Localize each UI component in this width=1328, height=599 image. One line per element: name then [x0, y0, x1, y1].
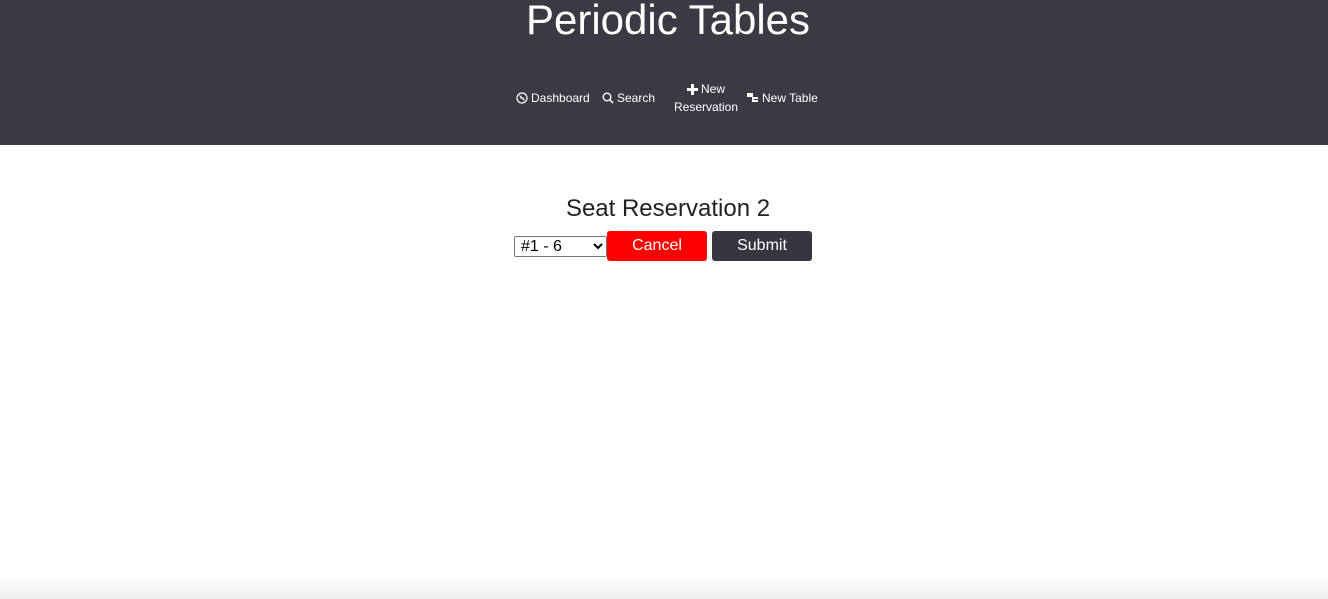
main-content: Seat Reservation 2 #1 - 6 Cancel Submit — [0, 145, 1328, 599]
nav-new-table-link[interactable]: New Table — [747, 89, 818, 109]
plus-icon — [686, 82, 698, 100]
nav-search-link[interactable]: Search — [602, 89, 655, 109]
submit-button[interactable]: Submit — [712, 231, 812, 261]
nav-search-label: Search — [617, 91, 656, 105]
main-nav: Dashboard Search New Reservation New Tab… — [0, 80, 1328, 116]
app-title: Periodic Tables — [525, 0, 811, 43]
search-icon — [602, 91, 614, 109]
nav-dashboard-link[interactable]: Dashboard — [516, 89, 590, 109]
dashboard-icon — [516, 91, 528, 109]
nav-dashboard-label: Dashboard — [531, 91, 590, 105]
nav-new-reservation-label-line1: New — [700, 82, 725, 96]
app-header: Periodic Tables Dashboard Search New Res… — [0, 0, 1328, 145]
bottom-scroll-shadow — [0, 575, 1328, 599]
cancel-button[interactable]: Cancel — [607, 231, 707, 261]
nav-new-table-label: New Table — [762, 91, 818, 105]
table-select[interactable]: #1 - 6 — [514, 236, 607, 257]
nav-new-reservation-label-line2: Reservation — [673, 100, 739, 114]
table-icon — [747, 91, 759, 109]
page-title: Seat Reservation 2 — [565, 195, 771, 222]
nav-new-reservation-link[interactable]: New Reservation — [668, 80, 744, 116]
